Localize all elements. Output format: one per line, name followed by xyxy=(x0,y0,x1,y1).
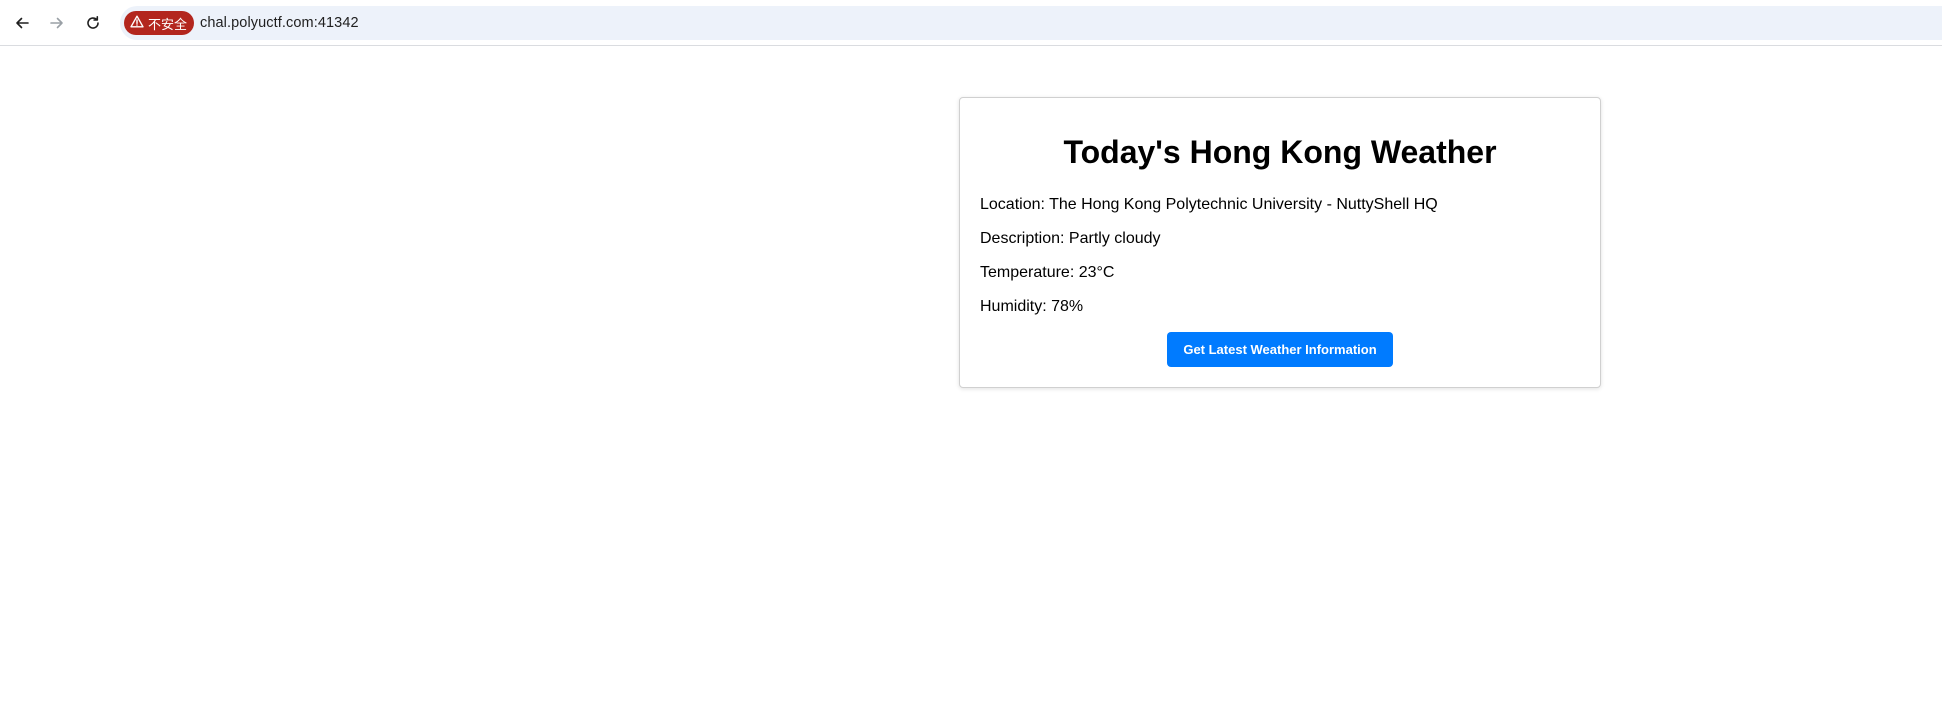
browser-toolbar: 不安全 chal.polyuctf.com:41342 xyxy=(0,0,1942,46)
security-warning-chip[interactable]: 不安全 xyxy=(124,11,195,35)
forward-arrow-icon xyxy=(49,15,65,31)
temperature-line: Temperature: 23°C xyxy=(980,264,1114,282)
description-label: Description: xyxy=(980,230,1069,247)
forward-button[interactable] xyxy=(43,9,71,37)
humidity-label: Humidity: xyxy=(980,298,1052,315)
address-bar[interactable]: 不安全 chal.polyuctf.com:41342 xyxy=(120,6,1942,40)
back-button[interactable] xyxy=(8,9,36,37)
security-label: 不安全 xyxy=(148,16,188,32)
warning-triangle-icon xyxy=(130,15,148,31)
location-label: Location: xyxy=(980,196,1050,213)
reload-button[interactable] xyxy=(79,9,107,37)
get-latest-weather-button[interactable]: Get Latest Weather Information xyxy=(1167,332,1393,367)
location-value: The Hong Kong Polytechnic University - N… xyxy=(1049,196,1438,213)
temperature-label: Temperature: xyxy=(980,264,1079,281)
url-text[interactable]: chal.polyuctf.com:41342 xyxy=(200,15,359,31)
humidity-value: 78% xyxy=(1051,298,1084,315)
page-title: Today's Hong Kong Weather xyxy=(1063,134,1497,170)
temperature-value: 23°C xyxy=(1078,264,1115,281)
weather-card: Today's Hong Kong Weather Location: The … xyxy=(959,97,1601,388)
description-value: Partly cloudy xyxy=(1068,230,1161,247)
description-line: Description: Partly cloudy xyxy=(980,230,1161,248)
location-line: Location: The Hong Kong Polytechnic Univ… xyxy=(980,196,1438,214)
reload-icon xyxy=(85,15,101,31)
back-arrow-icon xyxy=(14,15,30,31)
humidity-line: Humidity: 78% xyxy=(980,298,1083,316)
